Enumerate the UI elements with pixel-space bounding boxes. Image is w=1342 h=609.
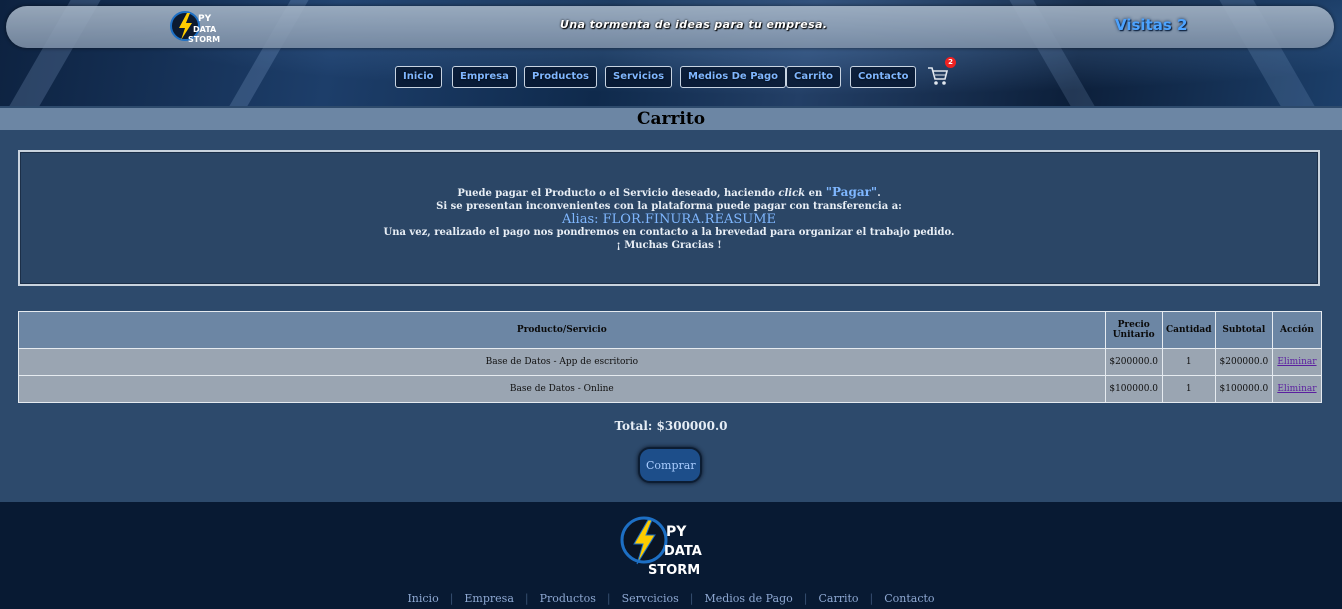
- cell-qty: 1: [1161, 375, 1216, 403]
- table-row: Base de Datos - App de escritorio $20000…: [18, 348, 1323, 376]
- cell-qty: 1: [1161, 348, 1216, 376]
- nav-contacto[interactable]: Contacto: [850, 66, 917, 88]
- main-nav: Inicio Empresa Productos Servicios Medio…: [0, 66, 1342, 90]
- header-precio: Precio Unitario: [1104, 311, 1163, 349]
- visit-counter: Visitas 2: [1115, 16, 1188, 34]
- info-text: .: [877, 188, 881, 199]
- footer-link-medios-de-pago[interactable]: Medios de Pago: [704, 592, 792, 605]
- footer-link-servicios[interactable]: Servcicios: [622, 592, 679, 605]
- cell-action: Eliminar: [1271, 348, 1323, 376]
- nav-carrito[interactable]: Carrito: [786, 66, 842, 88]
- info-line-4: Una vez, realizado el pago nos pondremos…: [383, 227, 955, 238]
- info-pagar-word: "Pagar": [825, 185, 878, 199]
- info-click-word: click: [778, 188, 806, 199]
- nav-medios-de-pago[interactable]: Medios De Pago: [680, 66, 787, 88]
- cell-subtotal: $100000.0: [1214, 375, 1273, 403]
- page-title: Carrito: [0, 108, 1342, 130]
- cart-count-badge: 2: [945, 57, 956, 68]
- tagline: Una tormenta de ideas para tu empresa.: [560, 18, 828, 31]
- info-line-5: ¡ Muchas Gracias !: [616, 240, 722, 251]
- logo-text-storm: STORM: [188, 35, 220, 44]
- footer-link-carrito[interactable]: Carrito: [818, 592, 858, 605]
- footer-separator: |: [524, 592, 529, 605]
- header-banner: PY DATA STORM Una tormenta de ideas para…: [0, 0, 1342, 106]
- logo-text-data: DATA: [193, 25, 217, 34]
- cell-subtotal: $200000.0: [1214, 348, 1273, 376]
- nav-productos[interactable]: Productos: [524, 66, 597, 88]
- footer-logo-py: PY: [666, 524, 687, 540]
- cell-product: Base de Datos - App de escritorio: [18, 348, 1106, 376]
- header-cantidad: Cantidad: [1161, 311, 1216, 349]
- header-accion: Acción: [1271, 311, 1323, 349]
- payment-info-text: Puede pagar el Producto o el Servicio de…: [20, 186, 1318, 252]
- footer-link-inicio[interactable]: Inicio: [407, 592, 438, 605]
- footer-separator: |: [689, 592, 694, 605]
- cell-product: Base de Datos - Online: [18, 375, 1106, 403]
- nav-servicios[interactable]: Servicios: [605, 66, 673, 88]
- logo-text-py: PY: [198, 14, 212, 24]
- payment-info-box: Puede pagar el Producto o el Servicio de…: [18, 150, 1320, 286]
- info-text: en: [805, 188, 826, 199]
- footer-logo-storm: STORM: [648, 563, 700, 578]
- footer-separator: |: [803, 592, 808, 605]
- header-producto: Producto/Servicio: [18, 311, 1106, 349]
- table-header-row: Producto/Servicio Precio Unitario Cantid…: [18, 311, 1323, 349]
- cell-action: Eliminar: [1271, 375, 1323, 403]
- cart-total: Total: $300000.0: [614, 419, 728, 433]
- transfer-alias: Alias: FLOR.FINURA.REASUME: [562, 212, 776, 227]
- buy-button[interactable]: Comprar: [638, 447, 702, 483]
- info-text: Puede pagar el Producto o el Servicio de…: [457, 188, 779, 199]
- info-line-1: Puede pagar el Producto o el Servicio de…: [20, 186, 1318, 200]
- table-row: Base de Datos - Online $100000.0 1 $1000…: [18, 375, 1323, 403]
- footer-separator: |: [606, 592, 611, 605]
- footer-link-contacto[interactable]: Contacto: [884, 592, 934, 605]
- nav-inicio[interactable]: Inicio: [395, 66, 442, 88]
- remove-item-link[interactable]: Eliminar: [1277, 384, 1316, 394]
- footer-separator: |: [449, 592, 454, 605]
- header-subtotal: Subtotal: [1214, 311, 1273, 349]
- cart-table: Producto/Servicio Precio Unitario Cantid…: [18, 311, 1323, 403]
- remove-item-link[interactable]: Eliminar: [1277, 357, 1316, 367]
- footer-logo-icon: PY DATA STORM: [620, 516, 702, 578]
- footer-link-empresa[interactable]: Empresa: [464, 592, 513, 605]
- cell-price: $100000.0: [1104, 375, 1163, 403]
- footer-separator: |: [869, 592, 874, 605]
- footer: PY DATA STORM Inicio | Empresa | Productos | S…: [0, 502, 1342, 609]
- shopping-cart-icon[interactable]: [927, 66, 949, 86]
- nav-empresa[interactable]: Empresa: [452, 66, 517, 88]
- footer-link-productos[interactable]: Productos: [540, 592, 596, 605]
- footer-nav: Inicio | Empresa | Productos | Servcicios | Medi…: [0, 592, 1342, 605]
- logo-icon[interactable]: PY DATA STORM: [168, 8, 228, 46]
- cell-price: $200000.0: [1104, 348, 1163, 376]
- footer-logo-data: DATA: [664, 544, 702, 559]
